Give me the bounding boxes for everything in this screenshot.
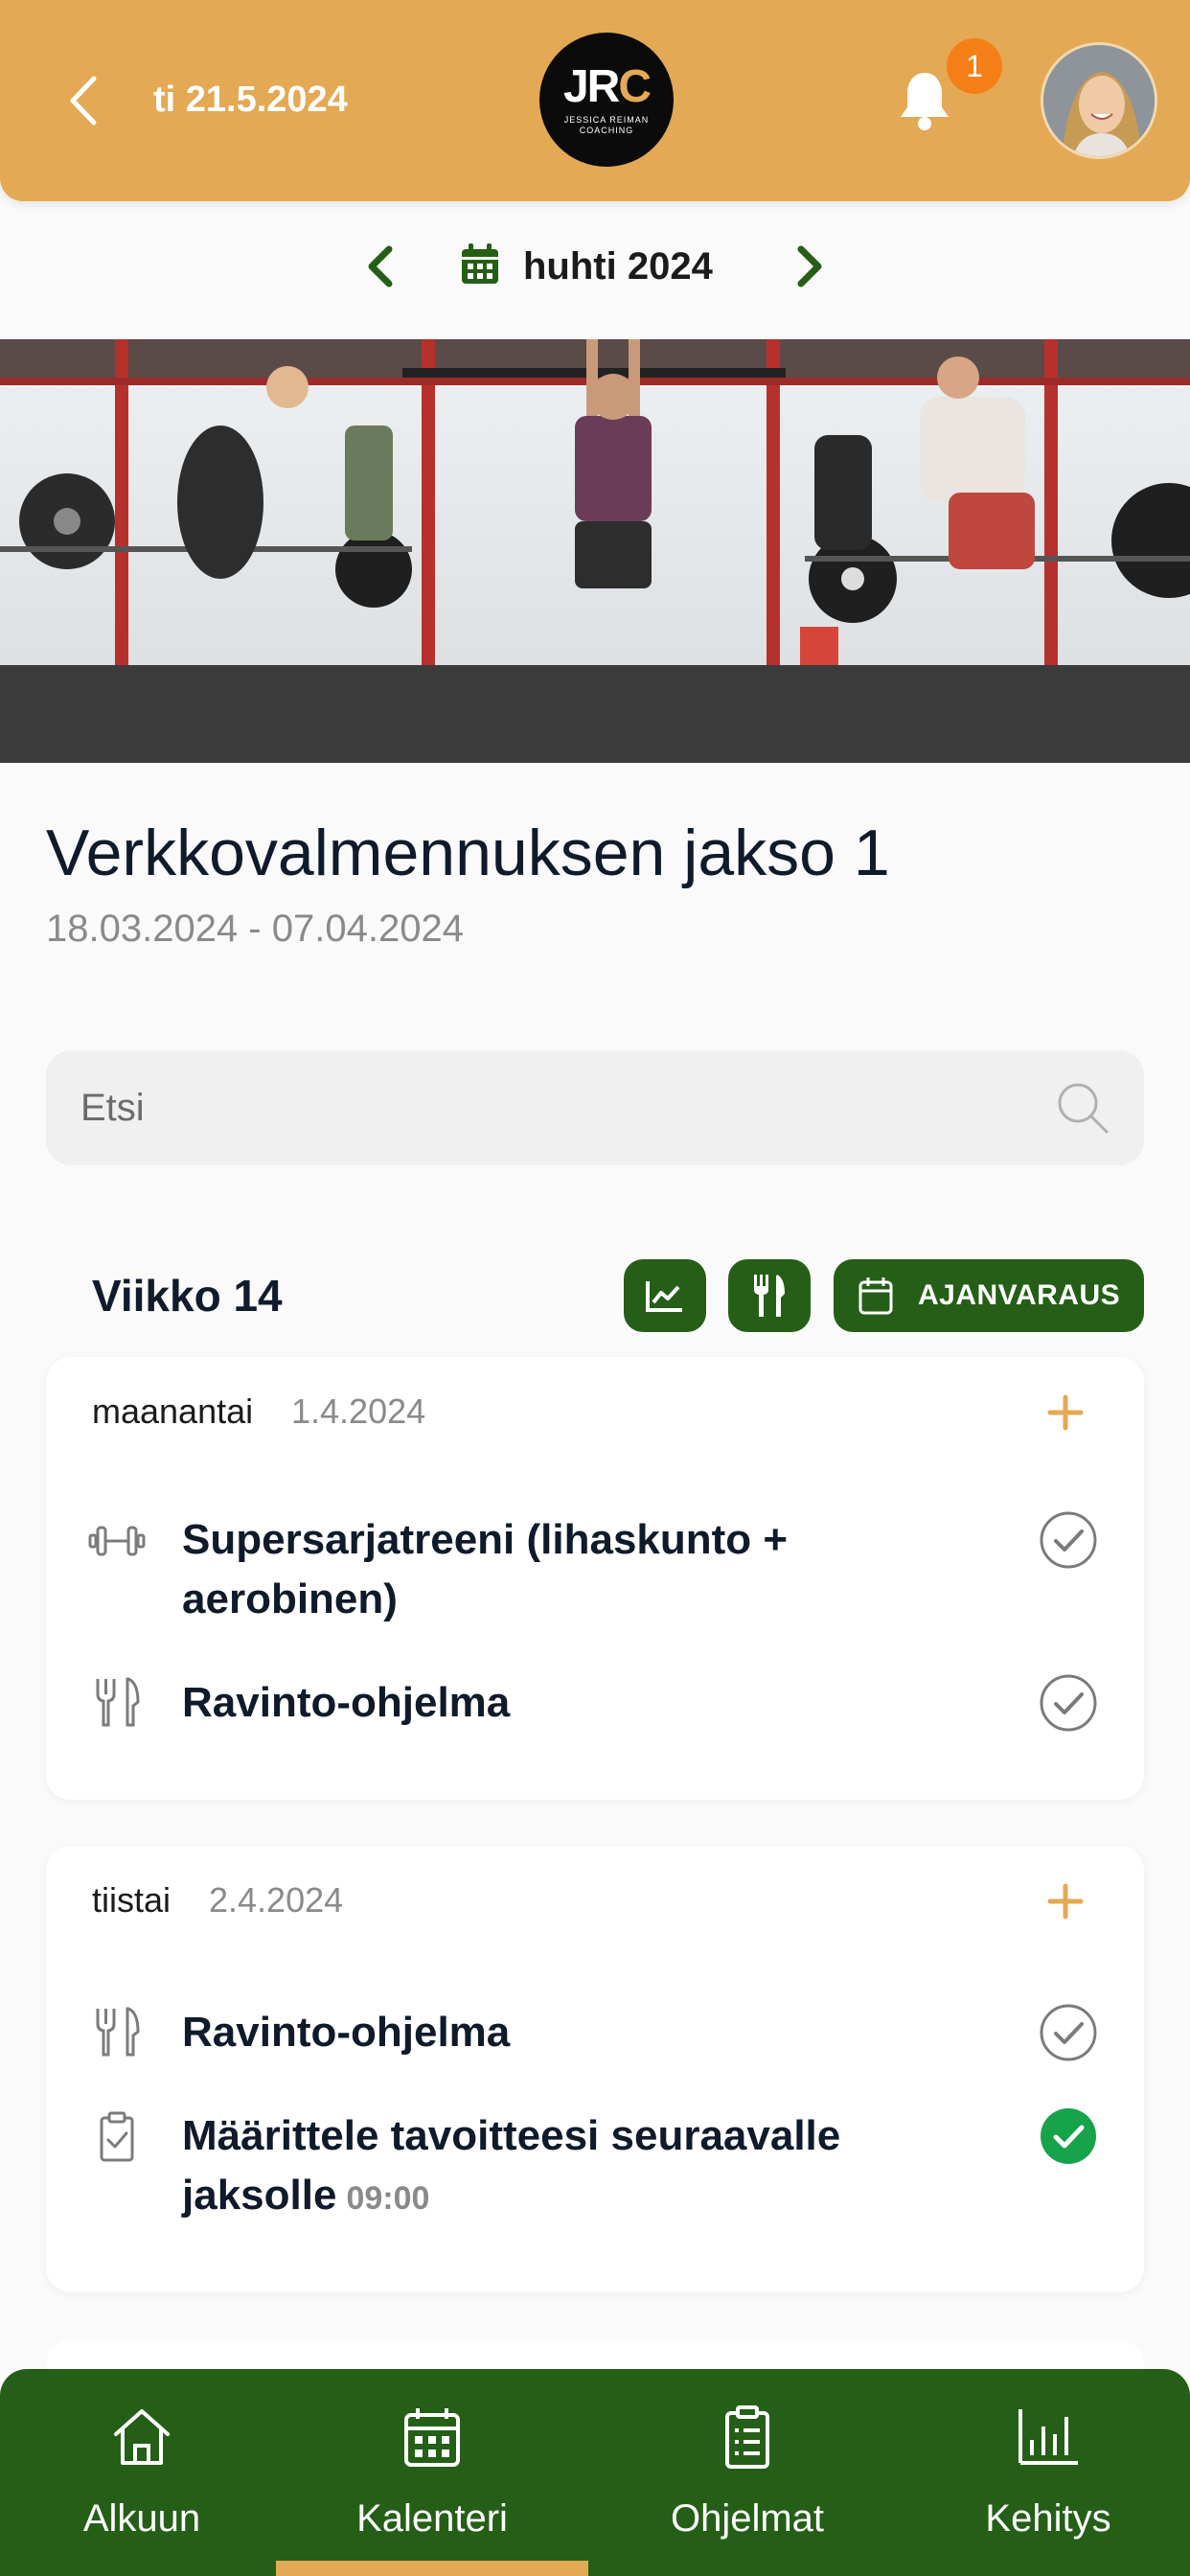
active-tab-indicator	[276, 2561, 588, 2576]
nav-label: Ohjelmat	[670, 2497, 825, 2540]
month-label[interactable]: huhti 2024	[523, 240, 713, 293]
logo-subtitle: JESSICA REIMAN COACHING	[563, 115, 650, 135]
calendar-icon	[858, 1277, 893, 1315]
notifications-button[interactable]	[896, 67, 953, 134]
day-weekday: maanantai	[92, 1392, 254, 1431]
week-label: Viikko 14	[92, 1271, 283, 1321]
day-date: 1.4.2024	[291, 1392, 426, 1431]
day-card-tuesday: tiistai 2.4.2024 Ravinto-ohjelma Määritt…	[46, 1846, 1144, 2292]
entry-title: Ravinto-ohjelma	[182, 1679, 511, 1726]
header-date: ti 21.5.2024	[153, 80, 348, 120]
app-header: ti 21.5.2024 JRC JESSICA REIMAN COACHING …	[0, 0, 1190, 201]
bottom-navigation: Alkuun Kalenteri Ohjelmat Kehitys	[0, 2369, 1190, 2576]
entry-title: Supersarjatreeni (lihaskunto + aerobinen…	[182, 1516, 789, 1622]
previous-month-button[interactable]	[360, 238, 399, 295]
nav-label: Kehitys	[985, 2497, 1111, 2540]
fork-knife-icon	[96, 2007, 140, 2057]
month-navigator: huhti 2024	[0, 230, 1190, 303]
day-weekday: tiistai	[92, 1880, 172, 1920]
entry-title-text: Määrittele tavoitteesi seuraavalle jakso…	[182, 2112, 841, 2219]
list-item[interactable]: Supersarjatreeni (lihaskunto + aerobinen…	[46, 1510, 1144, 1635]
chevron-right-icon	[797, 245, 822, 288]
add-entry-button[interactable]	[1044, 1392, 1087, 1434]
booking-button-label: AJANVARAUS	[918, 1279, 1121, 1311]
next-month-button[interactable]	[791, 238, 830, 295]
avatar-image	[1043, 45, 1155, 156]
checkmark-circle-icon[interactable]	[1039, 1510, 1098, 1570]
line-chart-icon	[646, 1281, 682, 1312]
checkmark-circle-icon[interactable]	[1039, 1673, 1098, 1733]
back-button[interactable]	[59, 67, 107, 134]
entry-title: Ravinto-ohjelma	[182, 2009, 511, 2056]
nav-label: Alkuun	[82, 2497, 201, 2540]
notification-badge: 1	[947, 38, 1002, 94]
day-card-monday: maanantai 1.4.2024 Supersarjatreeni (lih…	[46, 1357, 1144, 1800]
logo-mark: JRC	[562, 61, 652, 112]
list-item[interactable]: Määrittele tavoitteesi seuraavalle jakso…	[46, 2106, 1144, 2231]
nav-item-programs[interactable]: Ohjelmat	[599, 2369, 896, 2576]
entry-title: Määrittele tavoitteesi seuraavalle jakso…	[182, 2106, 968, 2228]
search-bar	[46, 1050, 1144, 1165]
fork-knife-icon	[754, 1275, 785, 1317]
calendar-icon	[462, 243, 498, 284]
clipboard-list-icon	[725, 2405, 769, 2469]
search-icon[interactable]	[1054, 1079, 1111, 1137]
add-entry-button[interactable]	[1044, 1880, 1087, 1922]
list-item[interactable]: Ravinto-ohjelma	[46, 1673, 1144, 1750]
checkmark-circle-filled-icon[interactable]	[1039, 2106, 1098, 2166]
search-input[interactable]	[80, 1050, 1039, 1165]
list-item[interactable]: Ravinto-ohjelma	[46, 2003, 1144, 2080]
dumbbell-icon	[88, 1526, 146, 1556]
nav-label: Kalenteri	[356, 2497, 508, 2540]
bar-chart-icon	[1018, 2409, 1078, 2465]
booking-button[interactable]: AJANVARAUS	[834, 1259, 1144, 1332]
nav-item-home[interactable]: Alkuun	[0, 2369, 290, 2576]
nav-item-progress[interactable]: Kehitys	[900, 2369, 1190, 2576]
clipboard-check-icon	[100, 2111, 134, 2162]
chevron-left-icon	[368, 245, 393, 288]
calendar-icon	[404, 2408, 460, 2467]
program-title: Verkkovalmennuksen jakso 1	[46, 816, 890, 889]
bell-icon	[901, 73, 949, 130]
entry-time: 09:00	[346, 2180, 430, 2217]
checkmark-circle-icon[interactable]	[1039, 2003, 1098, 2062]
chevron-left-icon	[70, 76, 97, 126]
day-date: 2.4.2024	[209, 1880, 344, 1920]
avatar[interactable]	[1041, 42, 1157, 159]
nutrition-button[interactable]	[728, 1259, 811, 1332]
program-hero-image	[0, 339, 1190, 763]
nav-item-calendar[interactable]: Kalenteri	[284, 2369, 581, 2576]
home-icon	[114, 2409, 170, 2465]
brand-logo[interactable]: JRC JESSICA REIMAN COACHING	[539, 33, 674, 167]
fork-knife-icon	[96, 1677, 140, 1727]
progress-button[interactable]	[624, 1259, 706, 1332]
program-date-range: 18.03.2024 - 07.04.2024	[46, 908, 464, 950]
